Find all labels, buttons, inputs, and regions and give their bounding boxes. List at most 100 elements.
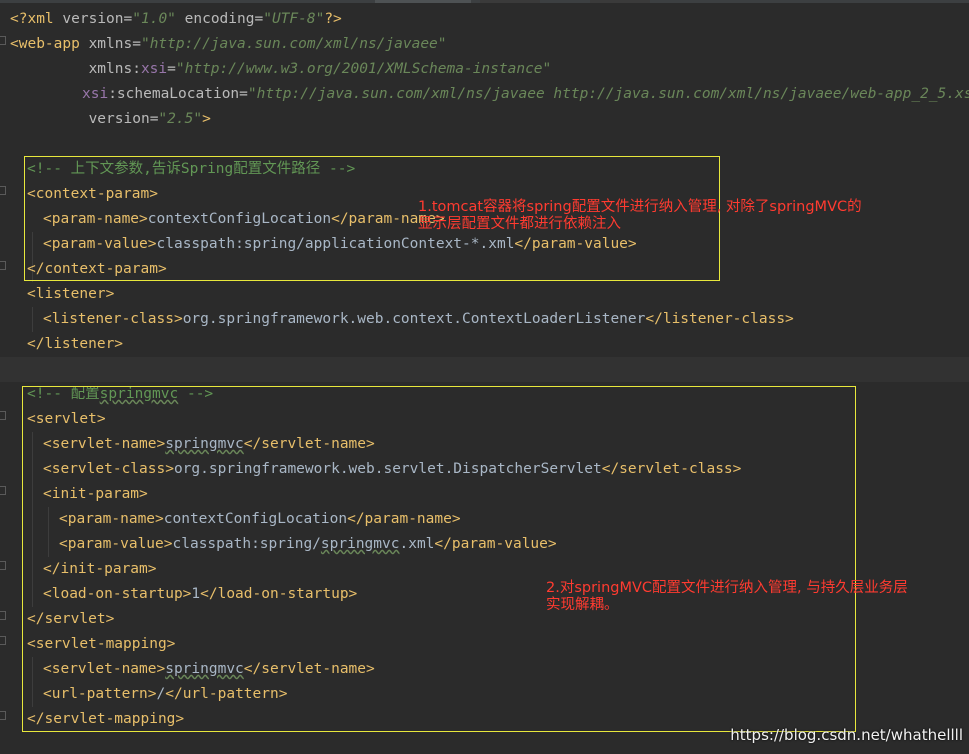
attr-name: version	[10, 111, 150, 127]
tag: </param-value>	[434, 536, 557, 552]
indent-guide	[32, 307, 33, 332]
indent-guide	[48, 507, 49, 557]
code-line[interactable]: <servlet-name>springmvc</servlet-name>	[43, 657, 375, 682]
fold-marker[interactable]	[0, 611, 6, 620]
editor-tab[interactable]	[590, 0, 650, 3]
xml-decl-open: <?	[10, 11, 28, 27]
code-line[interactable]: <context-param>	[27, 182, 158, 207]
tag-text: org.springframework.web.context.ContextL…	[182, 311, 646, 327]
tag: <servlet-mapping>	[27, 636, 176, 652]
editor-tab-strip	[0, 0, 969, 3]
fold-marker[interactable]	[0, 636, 6, 645]
tag: </servlet-name>	[243, 661, 375, 677]
tag: <context-param>	[27, 186, 158, 202]
code-line[interactable]: </init-param>	[43, 557, 157, 582]
namespace-prefix: xsi	[140, 61, 168, 77]
tag: <listener>	[27, 286, 115, 302]
code-line[interactable]: xmlns:xsi="http://www.w3.org/2001/XMLSch…	[10, 57, 552, 82]
attr-name: xmlns	[10, 61, 133, 77]
fold-marker[interactable]	[0, 711, 6, 720]
tag-text: springmvc	[165, 661, 244, 677]
caret-line[interactable]	[0, 357, 969, 382]
code-line[interactable]: </servlet-mapping>	[27, 707, 184, 732]
tag: <listener-class>	[43, 311, 183, 327]
xml-decl-close: ?>	[324, 11, 342, 27]
annotation-note-2: 2.对springMVC配置文件进行纳入管理, 与持久层业务层 实现解耦。	[546, 580, 908, 613]
code-line[interactable]: <listener>	[27, 282, 114, 307]
tag: </load-on-startup>	[200, 586, 358, 602]
code-line[interactable]: <web-app xmlns="http://java.sun.com/xml/…	[10, 32, 447, 57]
tag: <servlet-name>	[43, 661, 166, 677]
code-line[interactable]: <listener-class>org.springframework.web.…	[43, 307, 794, 332]
fold-marker[interactable]	[0, 561, 6, 570]
code-line[interactable]: <servlet>	[27, 407, 106, 432]
tag: <param-name>	[43, 211, 148, 227]
code-line[interactable]: <load-on-startup>1</load-on-startup>	[43, 582, 357, 607]
tag: <servlet-class>	[43, 461, 174, 477]
indent-guide	[32, 432, 33, 607]
equals: =	[254, 11, 264, 27]
code-line[interactable]: <servlet-name>springmvc</servlet-name>	[43, 432, 375, 457]
code-line[interactable]: <param-value>classpath:spring/springmvc.…	[59, 532, 557, 557]
code-line[interactable]: </context-param>	[27, 257, 167, 282]
equals: =	[167, 61, 176, 77]
code-line[interactable]: </listener>	[27, 332, 123, 357]
attr-value: "http://java.sun.com/xml/ns/javaee http:…	[247, 86, 969, 102]
attr-name: :schemaLocation	[108, 86, 240, 102]
attr-value: "1.0"	[132, 11, 176, 27]
tag: </listener>	[27, 336, 124, 352]
fold-marker[interactable]	[0, 261, 6, 270]
tag-text: springmvc	[165, 436, 244, 452]
tag-text: contextConfigLocation	[163, 511, 348, 527]
tag-close: >	[202, 111, 211, 127]
xml-comment: <!-- 上下文参数,告诉Spring配置文件路径 -->	[27, 161, 356, 177]
annotation-note-1: 1.tomcat容器将spring配置文件进行纳入管理, 对除了springMV…	[418, 199, 862, 232]
tag: <init-param>	[43, 486, 148, 502]
code-line[interactable]: xsi:schemaLocation="http://java.sun.com/…	[82, 82, 969, 107]
fold-marker[interactable]	[0, 36, 6, 45]
attr-value: "UTF-8"	[263, 11, 325, 27]
tag: </servlet>	[27, 611, 115, 627]
tag-text: .xml	[399, 536, 435, 552]
xml-comment: <!-- 配置	[27, 386, 100, 402]
tag-text: contextConfigLocation	[147, 211, 332, 227]
attr-value: "2.5"	[158, 111, 203, 127]
code-line[interactable]: <!-- 上下文参数,告诉Spring配置文件路径 -->	[27, 157, 355, 182]
tag: </servlet-name>	[243, 436, 375, 452]
tag-text: classpath:spring/applicationContext-*.xm…	[156, 236, 515, 252]
tag: <servlet>	[27, 411, 106, 427]
xml-comment: -->	[178, 386, 214, 402]
equals: =	[123, 11, 133, 27]
code-line[interactable]: <servlet-class>org.springframework.web.s…	[43, 457, 741, 482]
tag: <param-value>	[59, 536, 173, 552]
fold-marker[interactable]	[0, 486, 6, 495]
colon: :	[132, 61, 141, 77]
attr-name: encoding	[175, 11, 255, 27]
attr-value: "http://www.w3.org/2001/XMLSchema-instan…	[175, 61, 552, 77]
tag: <param-value>	[43, 236, 157, 252]
code-line[interactable]: version="2.5">	[10, 107, 211, 132]
tag: <url-pattern>	[43, 686, 157, 702]
tag-text: springmvc	[320, 536, 400, 552]
code-line[interactable]: <!-- 配置springmvc -->	[27, 382, 213, 407]
fold-marker[interactable]	[0, 411, 6, 420]
tag-text: org.springframework.web.servlet.Dispatch…	[173, 461, 602, 477]
fold-marker[interactable]	[0, 186, 6, 195]
code-line[interactable]: <param-value>classpath:spring/applicatio…	[43, 232, 637, 257]
indent-guide	[32, 657, 33, 707]
tag: </servlet-class>	[601, 461, 742, 477]
tag-text: classpath:spring/	[172, 536, 321, 552]
tag: </context-param>	[27, 261, 167, 277]
code-line[interactable]: <param-name>contextConfigLocation</param…	[59, 507, 461, 532]
editor-tab[interactable]	[480, 0, 540, 3]
code-line[interactable]: <init-param>	[43, 482, 148, 507]
code-line[interactable]: <?xml version="1.0" encoding="UTF-8"?>	[10, 7, 342, 32]
code-line[interactable]: </servlet>	[27, 607, 114, 632]
tag-text: 1	[191, 586, 201, 602]
code-line[interactable]: <param-name>contextConfigLocation</param…	[43, 207, 445, 232]
tag: </param-name>	[347, 511, 461, 527]
active-tab-indicator[interactable]	[375, 0, 471, 3]
code-line[interactable]: <servlet-mapping>	[27, 632, 175, 657]
code-line[interactable]: <url-pattern>/</url-pattern>	[43, 682, 287, 707]
tag: </listener-class>	[645, 311, 794, 327]
